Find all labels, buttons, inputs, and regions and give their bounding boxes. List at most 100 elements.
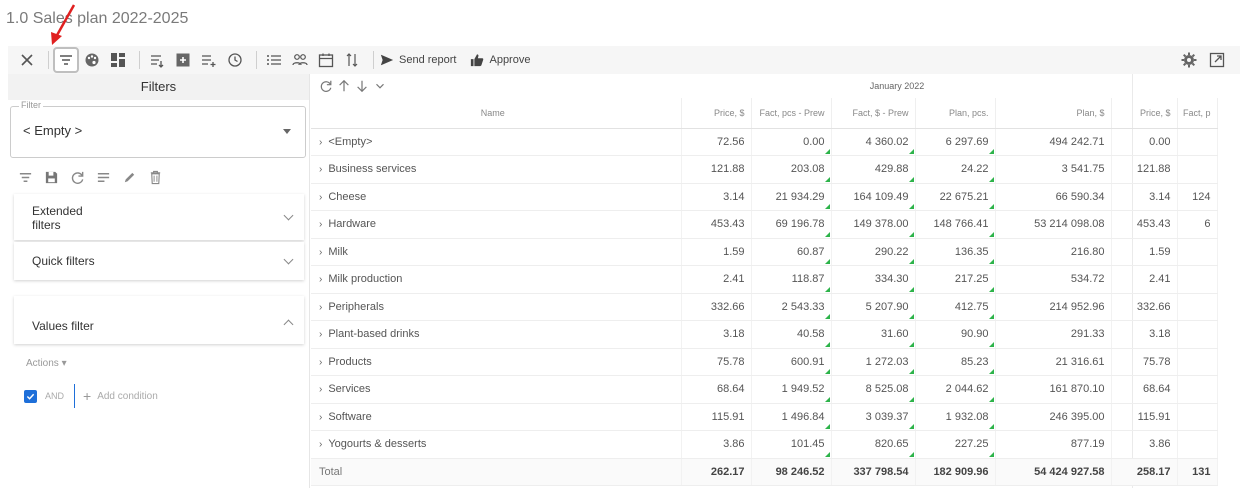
- arrow-up-icon[interactable]: [336, 78, 352, 94]
- column-header[interactable]: Plan, $: [995, 98, 1112, 129]
- table-cell[interactable]: 203.08: [751, 155, 832, 184]
- row-name-cell[interactable]: › Services: [311, 375, 682, 404]
- row-name-cell[interactable]: › Peripherals: [311, 293, 682, 321]
- table-cell[interactable]: 149 378.00: [831, 210, 916, 239]
- table-cell[interactable]: 68.64: [1111, 375, 1178, 404]
- table-cell[interactable]: 332.66: [681, 293, 752, 321]
- table-cell[interactable]: [1177, 403, 1218, 431]
- row-name-cell[interactable]: › <Empty>: [311, 128, 682, 156]
- table-cell[interactable]: [1177, 348, 1218, 376]
- table-cell[interactable]: 1.59: [681, 238, 752, 266]
- table-row[interactable]: › Services 68.64 1 949.52 8 525.08 2 044.62 16…: [311, 375, 1218, 404]
- expand-chevron-icon[interactable]: ›: [319, 164, 322, 175]
- column-header[interactable]: Price, $: [681, 98, 752, 129]
- table-cell[interactable]: 0.00: [751, 128, 832, 156]
- expand-chevron-icon[interactable]: ›: [319, 384, 322, 395]
- table-cell[interactable]: 6: [1177, 210, 1218, 239]
- row-name-cell[interactable]: › Milk: [311, 238, 682, 266]
- table-cell[interactable]: 21 934.29: [751, 183, 832, 211]
- table-cell[interactable]: 90.90: [915, 320, 996, 349]
- table-cell[interactable]: 121.88: [681, 155, 752, 184]
- table-cell[interactable]: 334.30: [831, 265, 916, 294]
- table-cell[interactable]: 21 316.61: [995, 348, 1112, 376]
- table-cell[interactable]: [1177, 293, 1218, 321]
- table-cell[interactable]: 3.14: [1111, 183, 1178, 211]
- expand-chevron-icon[interactable]: ›: [319, 412, 322, 423]
- table-cell[interactable]: 2.41: [1111, 265, 1178, 294]
- table-cell[interactable]: 2 543.33: [751, 293, 832, 321]
- table-cell[interactable]: 75.78: [681, 348, 752, 376]
- table-cell[interactable]: 429.88: [831, 155, 916, 184]
- table-cell[interactable]: 115.91: [1111, 403, 1178, 431]
- list-icon[interactable]: [263, 49, 285, 71]
- extended-filters-section[interactable]: Extended filters: [14, 194, 304, 240]
- table-cell[interactable]: 148 766.41: [915, 210, 996, 239]
- and-checkbox[interactable]: [24, 389, 37, 403]
- table-cell[interactable]: 85.23: [915, 348, 996, 376]
- palette-icon[interactable]: [81, 49, 103, 71]
- table-row[interactable]: › <Empty> 72.56 0.00 4 360.02 6 297.69 494 242…: [311, 128, 1218, 156]
- table-cell[interactable]: 8 525.08: [831, 375, 916, 404]
- column-header[interactable]: Price, $: [1111, 98, 1178, 129]
- history-icon[interactable]: [224, 49, 246, 71]
- expand-chevron-icon[interactable]: ›: [319, 329, 322, 340]
- arrow-down-icon[interactable]: [354, 78, 370, 94]
- refresh-icon[interactable]: [318, 78, 334, 94]
- table-cell[interactable]: [1177, 375, 1218, 404]
- table-cell[interactable]: 453.43: [681, 210, 752, 239]
- table-cell[interactable]: 246 395.00: [995, 403, 1112, 431]
- list-add-icon[interactable]: [198, 49, 220, 71]
- column-header[interactable]: Fact, p: [1177, 98, 1218, 129]
- row-name-cell[interactable]: › Plant-based drinks: [311, 320, 682, 349]
- table-cell[interactable]: 68.64: [681, 375, 752, 404]
- close-icon[interactable]: [16, 49, 38, 71]
- table-row[interactable]: › Products 75.78 600.91 1 272.03 85.23 21 316.…: [311, 348, 1218, 376]
- table-cell[interactable]: 3.14: [681, 183, 752, 211]
- table-cell[interactable]: 53 214 098.08: [995, 210, 1112, 239]
- expand-chevron-icon[interactable]: ›: [319, 219, 322, 230]
- table-cell[interactable]: [1177, 238, 1218, 266]
- table-cell[interactable]: 0.00: [1111, 128, 1178, 156]
- row-name-cell[interactable]: › Yogourts & desserts: [311, 430, 682, 459]
- table-cell[interactable]: [1177, 265, 1218, 294]
- filter-icon[interactable]: [53, 47, 79, 73]
- table-cell[interactable]: [1177, 155, 1218, 184]
- table-cell[interactable]: 6 297.69: [915, 128, 996, 156]
- delete-icon[interactable]: [148, 168, 174, 186]
- table-cell[interactable]: 3 541.75: [995, 155, 1112, 184]
- table-row[interactable]: › Milk 1.59 60.87 290.22 136.35 216.80 1.59: [311, 238, 1218, 266]
- expand-icon[interactable]: [1206, 49, 1228, 71]
- table-cell[interactable]: 494 242.71: [995, 128, 1112, 156]
- table-cell[interactable]: 40.58: [751, 320, 832, 349]
- table-cell[interactable]: 3.18: [1111, 320, 1178, 349]
- table-cell[interactable]: 124: [1177, 183, 1218, 211]
- table-cell[interactable]: 291.33: [995, 320, 1112, 349]
- row-name-cell[interactable]: › Products: [311, 348, 682, 376]
- row-name-cell[interactable]: › Hardware: [311, 210, 682, 239]
- approve-button[interactable]: Approve: [470, 53, 530, 67]
- table-cell[interactable]: 75.78: [1111, 348, 1178, 376]
- table-cell[interactable]: 3.86: [1111, 430, 1178, 459]
- edit-icon[interactable]: [122, 168, 148, 186]
- table-row[interactable]: › Milk production 2.41 118.87 334.30 217.25 53…: [311, 265, 1218, 294]
- table-cell[interactable]: 1 949.52: [751, 375, 832, 404]
- expand-chevron-icon[interactable]: ›: [319, 439, 322, 450]
- table-cell[interactable]: [1177, 128, 1218, 156]
- table-cell[interactable]: 453.43: [1111, 210, 1178, 239]
- users-icon[interactable]: [289, 49, 311, 71]
- table-cell[interactable]: 60.87: [751, 238, 832, 266]
- filter-select[interactable]: Filter < Empty >: [10, 100, 306, 158]
- table-cell[interactable]: 115.91: [681, 403, 752, 431]
- table-row[interactable]: › Peripherals 332.66 2 543.33 5 207.90 412.75…: [311, 293, 1218, 321]
- chevron-down-icon[interactable]: [372, 78, 388, 94]
- table-cell[interactable]: 31.60: [831, 320, 916, 349]
- expand-chevron-icon[interactable]: ›: [319, 137, 322, 148]
- table-cell[interactable]: 1 932.08: [915, 403, 996, 431]
- values-filter-section[interactable]: Values filter: [14, 296, 304, 344]
- table-cell[interactable]: 290.22: [831, 238, 916, 266]
- column-header[interactable]: Fact, $ - Prew: [831, 98, 916, 129]
- sort-icon[interactable]: [341, 49, 363, 71]
- grid-add-icon[interactable]: [172, 49, 194, 71]
- table-cell[interactable]: 877.19: [995, 430, 1112, 459]
- table-cell[interactable]: 3.18: [681, 320, 752, 349]
